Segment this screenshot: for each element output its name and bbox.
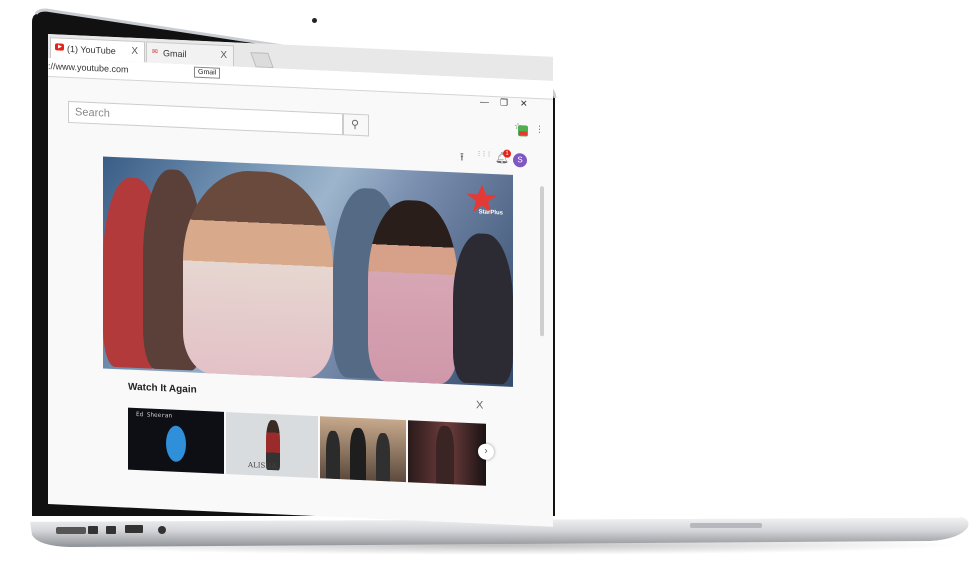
video-thumbnail[interactable] [408,420,486,486]
upload-icon[interactable]: ⭱ [460,149,464,168]
tab-tooltip: Gmail [194,66,221,79]
search-input[interactable]: Search [68,100,343,136]
avatar[interactable]: S [513,152,527,168]
video-thumbnail[interactable]: Ed Sheeran [128,407,224,474]
video-player[interactable]: StarPlus [103,156,513,387]
gmail-icon: ✉ [152,48,158,56]
notification-count-badge: 1 [503,149,511,158]
apps-grid-icon[interactable]: ⋮⋮⋮ [476,150,491,158]
window-close-button[interactable]: ✕ [520,98,528,112]
shelf-title: Watch It Again [128,381,197,396]
video-thumbnail[interactable]: ALISHA [226,412,318,479]
channel-logo-text: StarPlus [478,209,503,217]
close-icon[interactable]: X [131,46,138,57]
search-button[interactable]: ⚲ [343,113,369,137]
url-text[interactable]: ://www.youtube.com [48,61,129,75]
browser-menu-icon[interactable]: ⋮ [535,124,544,135]
restore-button[interactable]: ❐ [500,97,508,111]
browser-window: (1) YouTube X ✉ Gmail X Gmail ://www.you… [48,34,553,527]
tab-label: Gmail [163,48,187,60]
laptop-lid: (1) YouTube X ✉ Gmail X Gmail ://www.you… [30,8,560,527]
shelf-next-button[interactable]: › [478,443,494,461]
search-icon: ⚲ [351,118,360,131]
scrollbar[interactable] [540,186,544,337]
close-icon[interactable]: X [220,50,227,61]
minimize-button[interactable]: — [480,96,489,110]
webcam [312,18,317,23]
shelf-dismiss-button[interactable]: X [476,399,483,411]
youtube-icon [55,43,64,51]
new-tab-button[interactable] [250,52,274,69]
extension-icon[interactable] [518,125,528,137]
thumbnail-row: Ed Sheeran ALISHA [128,407,488,486]
thumbnail-caption: ALISHA [248,461,277,471]
video-thumbnail[interactable] [320,416,406,483]
tab-label: (1) YouTube [67,43,116,57]
thumbnail-caption: Ed Sheeran [136,410,173,420]
